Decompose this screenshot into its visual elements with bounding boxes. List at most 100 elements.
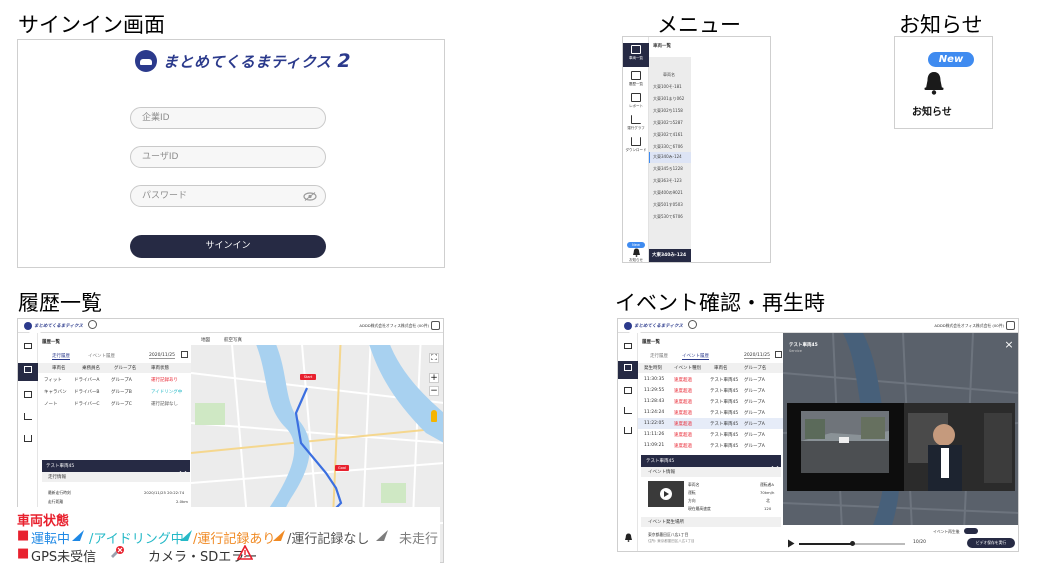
cell[interactable]: 11:09:21 — [644, 443, 664, 448]
list-item[interactable]: 大東501す0503 — [653, 202, 683, 208]
menu-icon[interactable] — [431, 321, 440, 330]
cell: ドライバーB — [74, 390, 100, 395]
list-item[interactable]: 大東302ち1158 — [653, 108, 683, 114]
signin-button[interactable]: サインイン — [130, 235, 326, 258]
street-view-icon[interactable] — [431, 410, 437, 422]
cell[interactable]: 11:30:35 — [644, 377, 664, 382]
chevron-down-icon[interactable] — [771, 457, 779, 471]
tab-map[interactable]: 地図 — [201, 337, 210, 343]
tab-aerial[interactable]: 航空写真 — [224, 337, 242, 343]
cell[interactable]: キャラバン — [44, 389, 67, 395]
col-time[interactable]: 発生時刻 — [644, 365, 662, 371]
sidebar-item-vehicles[interactable] — [18, 341, 38, 357]
save-video-button[interactable]: ビデオ保存を実行 — [967, 538, 1015, 548]
notice-panel[interactable]: New お知らせ — [894, 36, 993, 129]
cell: グループA — [744, 411, 765, 416]
sidebar-item-download[interactable]: ダウンロード — [623, 135, 649, 159]
sidebar-item-report[interactable]: レポート — [623, 91, 649, 115]
col-driver[interactable]: 乗務員名 — [82, 365, 100, 371]
list-item[interactable]: 大東400の9021 — [653, 190, 683, 196]
menu-section-title: メニュー — [657, 13, 741, 37]
sidebar-item-report[interactable] — [18, 389, 38, 405]
list-item[interactable]: 大東302て4161 — [653, 132, 683, 138]
cell[interactable]: 11:24:24 — [644, 410, 664, 415]
vehicle-list-panel: 車両一覧 車両名 大東100そ-181 大東301まり062 大東302ち115… — [649, 37, 769, 262]
cell: 速度超過 — [674, 378, 692, 383]
user-id-field[interactable]: ユーザID — [130, 146, 326, 168]
eye-icon[interactable] — [303, 192, 317, 201]
sidebar-item-history[interactable] — [18, 363, 38, 381]
sidebar-item-history[interactable] — [618, 361, 638, 379]
password-field[interactable]: パスワード — [130, 185, 326, 207]
list-item[interactable]: 大東363そ-123 — [653, 178, 682, 184]
idling-arrow-icon — [180, 530, 192, 541]
fullscreen-icon[interactable]: ⛶ — [429, 353, 439, 363]
sidebar-item-download[interactable] — [18, 433, 38, 449]
sidebar-item-label: ダウンロード — [625, 148, 647, 152]
company-id-field[interactable]: 企業ID — [130, 107, 326, 129]
selected-vehicle-footer[interactable]: 大東340み-124 — [649, 249, 691, 262]
map-pin-start[interactable]: Start — [300, 374, 316, 380]
list-item[interactable]: 大東330こ6706 — [653, 144, 683, 150]
col-vehicle[interactable]: 車両名 — [52, 365, 66, 371]
bell-icon[interactable] — [624, 533, 633, 542]
cell[interactable]: 11:29:55 — [644, 388, 664, 393]
sidebar-item-history[interactable]: 履歴一覧 — [623, 69, 649, 93]
legend-bullet: ■ — [17, 528, 30, 543]
cell[interactable]: 11:28:43 — [644, 399, 664, 404]
sidebar-item-graph[interactable] — [618, 405, 638, 421]
list-item[interactable]: 大東100そ-181 — [653, 84, 682, 90]
calendar-icon[interactable] — [775, 351, 782, 358]
menu-icon[interactable] — [1006, 321, 1015, 330]
list-item[interactable]: 大東345ろ1228 — [653, 166, 683, 172]
play-icon[interactable] — [787, 539, 795, 548]
col-group[interactable]: グループ名 — [114, 365, 136, 371]
tab-driving-history[interactable]: 走行履歴 — [650, 353, 668, 359]
tab-driving-history[interactable]: 走行履歴 — [52, 353, 70, 360]
seek-progress — [799, 543, 852, 545]
sidebar-item-vehicles[interactable]: 車両一覧 — [623, 43, 649, 67]
cell[interactable]: ノート — [44, 401, 58, 407]
list-item[interactable]: 大東302つ5287 — [653, 120, 683, 126]
tab-event-history[interactable]: イベント履歴 — [682, 353, 709, 360]
sidebar-item-download[interactable] — [618, 425, 638, 441]
event-setting-toggle[interactable] — [964, 528, 978, 534]
date-field[interactable]: 2020/11/25 — [744, 353, 770, 359]
date-field[interactable]: 2020/11/25 — [149, 353, 175, 359]
sidebar-item-label: 履歴一覧 — [629, 82, 643, 86]
col-event-type[interactable]: イベント種別 — [674, 365, 701, 371]
logo-number: 2 — [337, 50, 352, 72]
zoom-out-icon[interactable]: − — [429, 386, 439, 396]
col-vehicle[interactable]: 車両名 — [714, 365, 728, 371]
list-item[interactable]: 大東301まり062 — [653, 96, 684, 102]
vehicle-list-icon — [624, 343, 632, 349]
zoom-in-icon[interactable]: + — [429, 373, 439, 383]
cell[interactable]: 11:11:26 — [644, 432, 664, 437]
cell: 速度超過 — [674, 422, 692, 427]
sidebar-item-report[interactable] — [618, 385, 638, 401]
list-item-selected[interactable]: 大東340み-124 — [653, 154, 682, 160]
seek-handle[interactable] — [850, 541, 855, 546]
map-pin-goal[interactable]: Goal — [335, 465, 349, 471]
cell: 速度超過 — [674, 411, 692, 416]
vehicle-list-icon — [631, 45, 641, 54]
tab-event-history[interactable]: イベント履歴 — [88, 353, 115, 359]
event-setting-label: イベント再生後 — [933, 529, 960, 534]
graph-icon — [624, 407, 632, 414]
clock-icon[interactable] — [688, 320, 697, 329]
close-icon[interactable]: × — [1003, 339, 1015, 351]
list-item[interactable]: 大東530て6706 — [653, 214, 683, 220]
video-player[interactable] — [787, 403, 1015, 491]
cell[interactable]: フィット — [44, 377, 62, 383]
col-status[interactable]: 車両状態 — [151, 365, 169, 371]
cell[interactable]: 11:22:05 — [644, 421, 664, 426]
col-group[interactable]: グループ名 — [744, 365, 766, 371]
sidebar-item-graph[interactable]: 運行グラフ — [623, 113, 649, 137]
calendar-icon[interactable] — [181, 351, 188, 358]
bell-icon[interactable] — [632, 248, 641, 257]
clock-icon[interactable] — [88, 320, 97, 329]
sidebar-item-graph[interactable] — [18, 411, 38, 427]
sidebar-item-vehicles[interactable] — [618, 341, 638, 357]
chevron-down-icon[interactable] — [179, 462, 187, 476]
event-thumbnail[interactable] — [648, 481, 684, 507]
